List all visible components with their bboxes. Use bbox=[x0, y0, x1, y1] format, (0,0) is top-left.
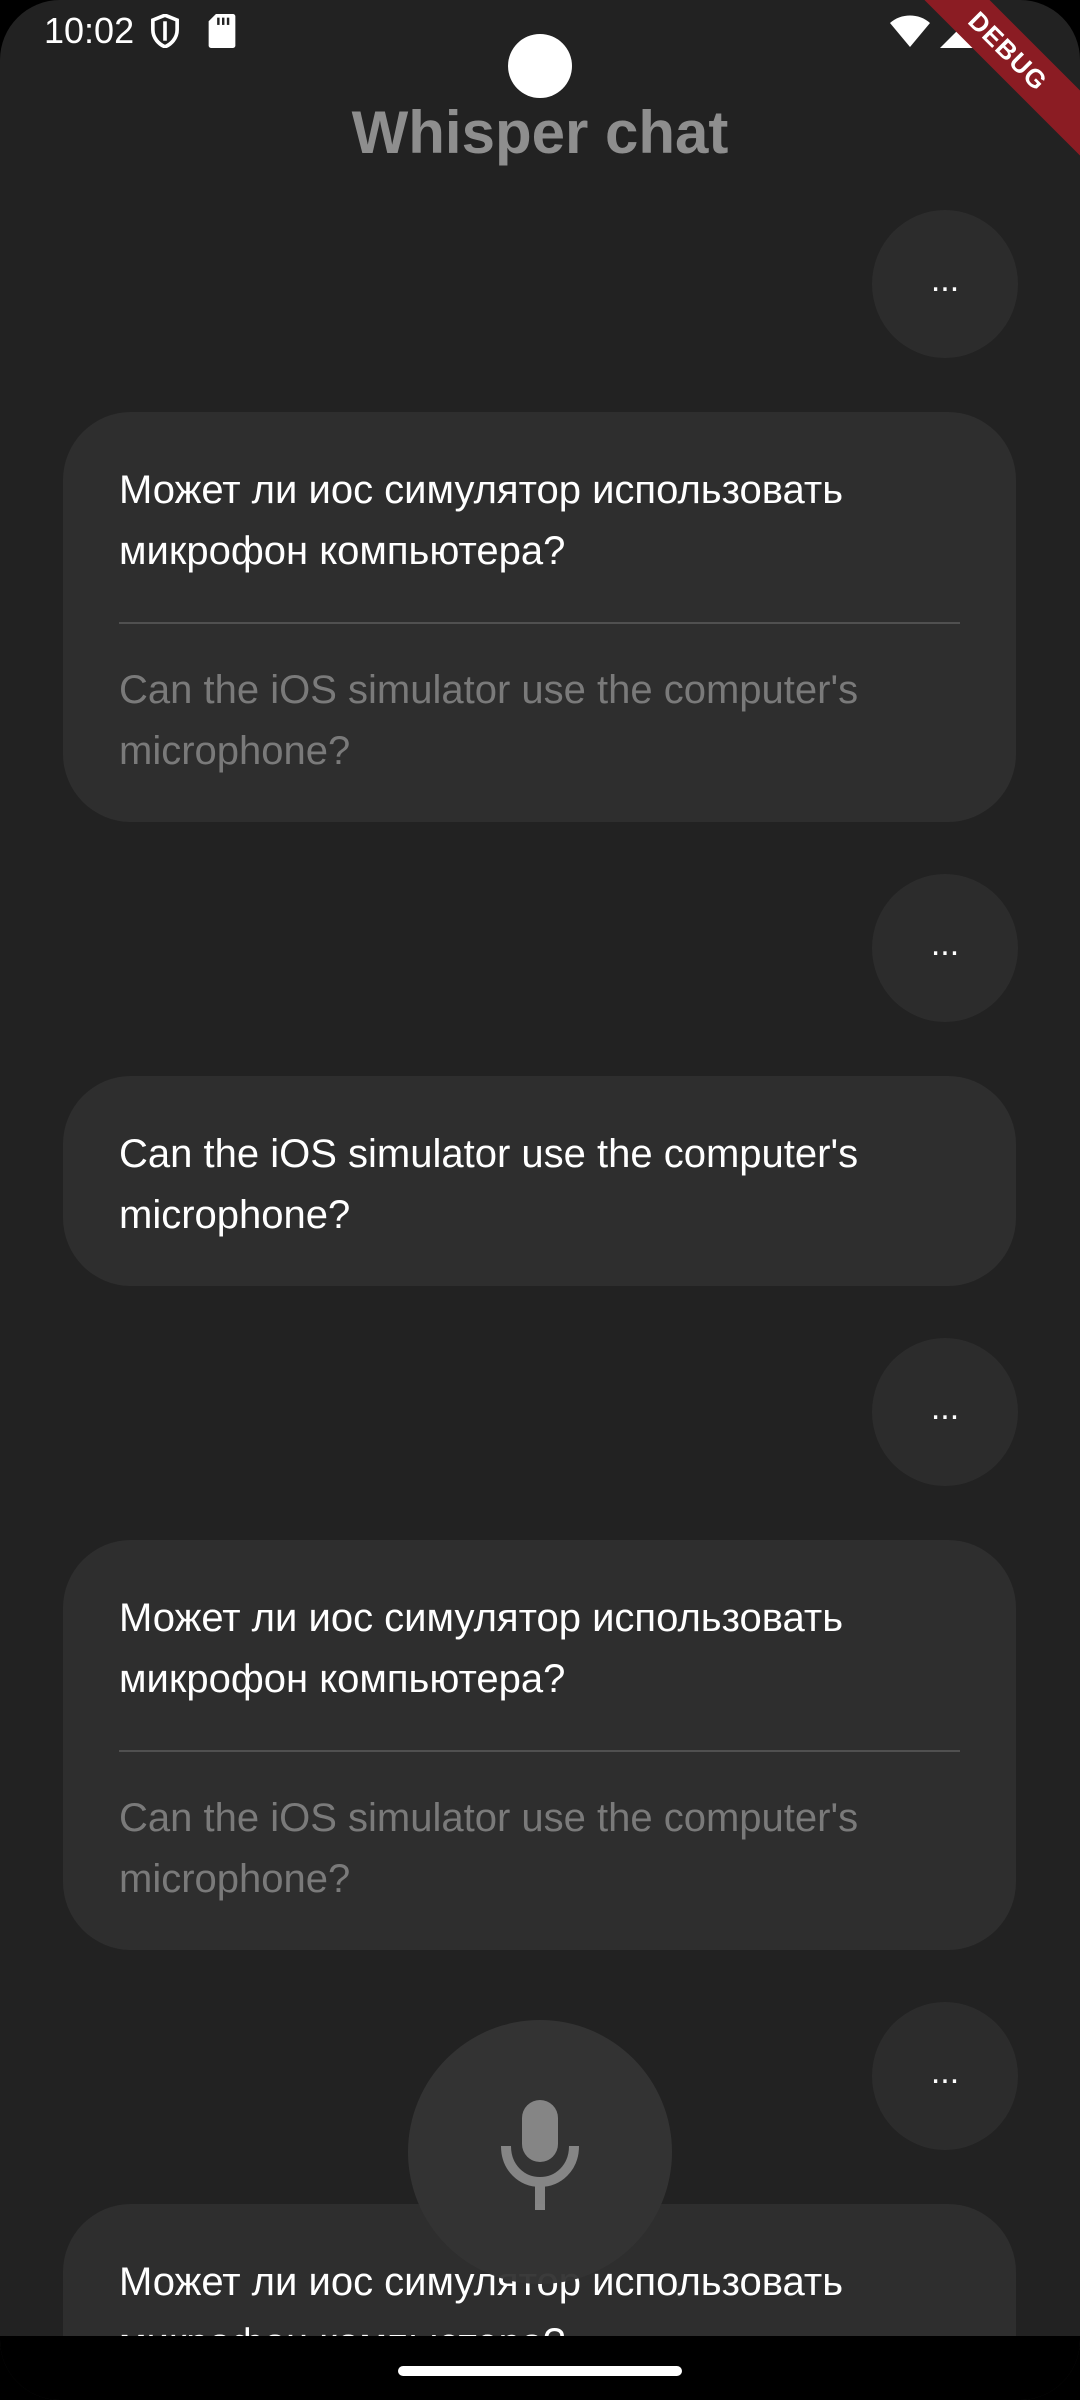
sd-card-icon bbox=[208, 14, 236, 48]
message-bubble: Может ли иос симулятор использовать микр… bbox=[63, 1540, 1016, 1950]
message-bubble: Может ли иос симулятор использовать микр… bbox=[63, 412, 1016, 822]
shield-icon bbox=[151, 14, 179, 48]
message-original-text: Может ли иос симулятор использовать микр… bbox=[119, 1596, 844, 1701]
message-options-button[interactable]: ... bbox=[872, 2002, 1018, 2150]
message-translation-text: Can the iOS simulator use the computer's… bbox=[119, 1796, 859, 1901]
home-indicator[interactable] bbox=[398, 2366, 682, 2376]
microphone-icon bbox=[501, 2100, 579, 2210]
translation-divider bbox=[119, 1750, 960, 1752]
message-options-button[interactable]: ... bbox=[872, 874, 1018, 1022]
message-bubble: Can the iOS simulator use the computer's… bbox=[63, 1076, 1016, 1286]
camera-cutout bbox=[508, 34, 572, 98]
phone-screen: 10:02 DEBUG Whisper chat ... Может ли ио… bbox=[0, 0, 1080, 2400]
message-options-button[interactable]: ... bbox=[872, 1338, 1018, 1486]
message-translation-text: Can the iOS simulator use the computer's… bbox=[119, 668, 859, 773]
message-original-text: Может ли иос симулятор использовать микр… bbox=[119, 468, 844, 573]
message-options-button[interactable]: ... bbox=[872, 210, 1018, 358]
translation-divider bbox=[119, 622, 960, 624]
page-title: Whisper chat bbox=[351, 99, 729, 166]
wifi-icon bbox=[890, 15, 930, 47]
message-original-text: Can the iOS simulator use the computer's… bbox=[119, 1132, 859, 1237]
record-button[interactable] bbox=[408, 2020, 672, 2284]
status-time: 10:02 bbox=[44, 10, 135, 51]
